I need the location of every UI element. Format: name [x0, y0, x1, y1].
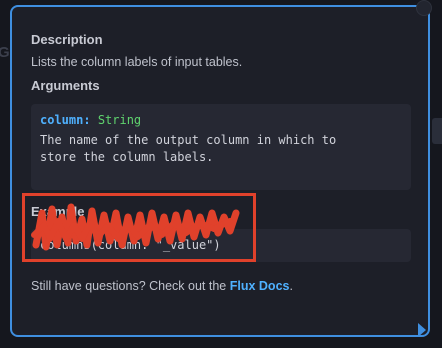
- dismiss-handle[interactable]: [416, 0, 432, 16]
- argument-description-line-1: The name of the output column in which t…: [40, 133, 337, 147]
- redaction-scribble-icon: [31, 203, 240, 251]
- argument-signature: column: String: [40, 113, 141, 127]
- argument-name: column:: [40, 113, 91, 127]
- description-text: Lists the column labels of input tables.: [31, 55, 243, 69]
- help-footer-period: .: [289, 279, 293, 293]
- argument-type: String: [97, 113, 142, 127]
- argument-block: column: String The name of the output co…: [31, 104, 411, 190]
- backdrop-side-tab: [432, 118, 442, 144]
- description-heading: Description: [31, 32, 103, 47]
- popover-arrow-icon: [418, 323, 426, 337]
- function-tooltip: Description Lists the column labels of i…: [10, 5, 430, 337]
- help-footer-text: Still have questions? Check out the: [31, 279, 230, 293]
- arguments-heading: Arguments: [31, 78, 100, 93]
- argument-description-line-2: store the column labels.: [40, 150, 214, 164]
- flux-docs-link[interactable]: Flux Docs: [230, 279, 290, 293]
- help-footer: Still have questions? Check out the Flux…: [31, 279, 293, 293]
- backdrop-partial-label: G: [0, 44, 10, 61]
